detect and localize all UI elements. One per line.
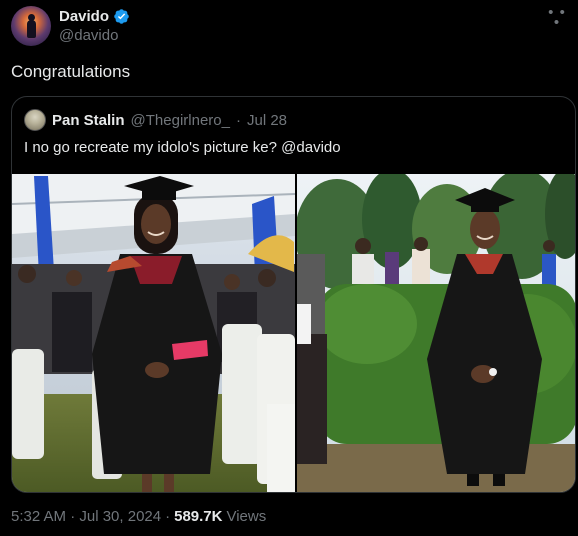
author-name[interactable]: Davido: [59, 8, 109, 25]
quoted-author-name[interactable]: Pan Stalin: [52, 112, 125, 129]
tweet-text: Congratulations: [11, 62, 131, 81]
author-name-row: Davido: [59, 6, 130, 26]
author-handle[interactable]: @davido: [59, 26, 130, 46]
tweet-timestamp[interactable]: 5:32 AM · Jul 30, 2024: [11, 508, 161, 525]
quoted-media[interactable]: [12, 174, 575, 492]
photo-left-illustration: [12, 174, 295, 492]
photo-right-illustration: [297, 174, 575, 492]
quoted-date[interactable]: Jul 28: [247, 112, 287, 129]
quoted-tweet-header: Pan Stalin @Thegirlnero_ · Jul 28: [24, 109, 287, 131]
more-icon[interactable]: • • •: [547, 5, 567, 30]
photo-left-graduate-woman[interactable]: [12, 174, 295, 492]
tweet-header: Davido @davido • • •: [11, 5, 567, 46]
author-block: Davido @davido: [59, 6, 130, 46]
meta-separator: ·: [165, 508, 171, 525]
author-avatar[interactable]: [11, 6, 51, 46]
views-count[interactable]: 589.7K: [174, 508, 222, 525]
views-label: Views: [226, 508, 267, 525]
quoted-separator: ·: [235, 111, 241, 129]
quoted-tweet-text: I no go recreate my idolo's picture ke? …: [24, 139, 341, 156]
tweet-meta: 5:32 AM · Jul 30, 2024 · 589.7K Views: [11, 508, 266, 525]
quoted-author-handle[interactable]: @Thegirlnero_: [131, 112, 230, 129]
verified-badge-icon: [114, 8, 129, 24]
photo-right-graduate-man[interactable]: [297, 174, 575, 492]
quoted-author-avatar[interactable]: [24, 109, 46, 131]
quoted-tweet[interactable]: Pan Stalin @Thegirlnero_ · Jul 28 I no g…: [11, 96, 576, 493]
